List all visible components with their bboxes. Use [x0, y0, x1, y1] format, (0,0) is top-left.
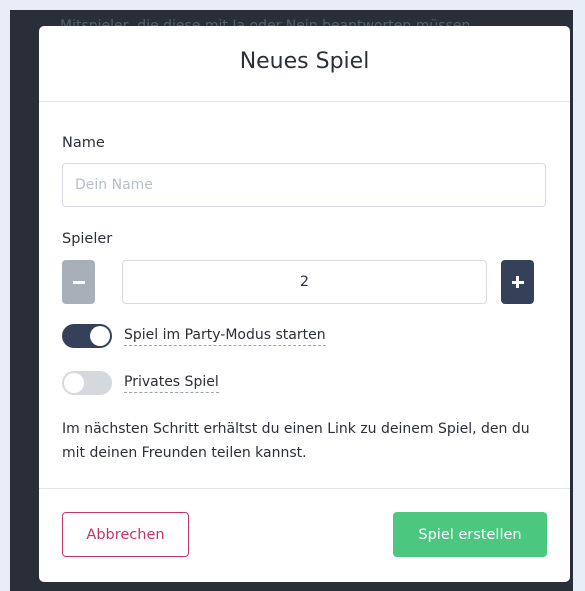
increment-players-button[interactable] [501, 260, 534, 304]
party-mode-toggle[interactable] [62, 324, 112, 348]
private-game-row: Privates Spiel [62, 371, 219, 395]
info-text: Im nächsten Schritt erhältst du einen Li… [62, 421, 530, 461]
players-label: Spieler [62, 231, 113, 247]
dialog-footer: Abbrechen Spiel erstellen [39, 488, 570, 582]
party-mode-label[interactable]: Spiel im Party-Modus starten [124, 327, 326, 346]
players-count-value: 2 [300, 274, 309, 290]
dialog-body: Name Spieler 2 Spiel im Party-Modus star… [39, 102, 570, 488]
toggle-knob [64, 373, 84, 393]
new-game-dialog: Neues Spiel Name Spieler 2 Spiel im Part… [39, 26, 570, 582]
party-mode-row: Spiel im Party-Modus starten [62, 324, 326, 348]
minus-icon [72, 280, 85, 284]
plus-icon [511, 276, 524, 288]
toggle-knob [90, 326, 110, 346]
players-count-field[interactable]: 2 [122, 260, 487, 304]
create-game-button[interactable]: Spiel erstellen [393, 512, 547, 557]
dialog-header: Neues Spiel [39, 26, 570, 102]
name-input[interactable] [62, 163, 546, 207]
cancel-button[interactable]: Abbrechen [62, 512, 189, 557]
private-game-label[interactable]: Privates Spiel [124, 374, 219, 393]
decrement-players-button[interactable] [62, 260, 95, 304]
private-game-toggle[interactable] [62, 371, 112, 395]
name-label: Name [62, 135, 105, 151]
dialog-title: Neues Spiel [239, 49, 370, 74]
